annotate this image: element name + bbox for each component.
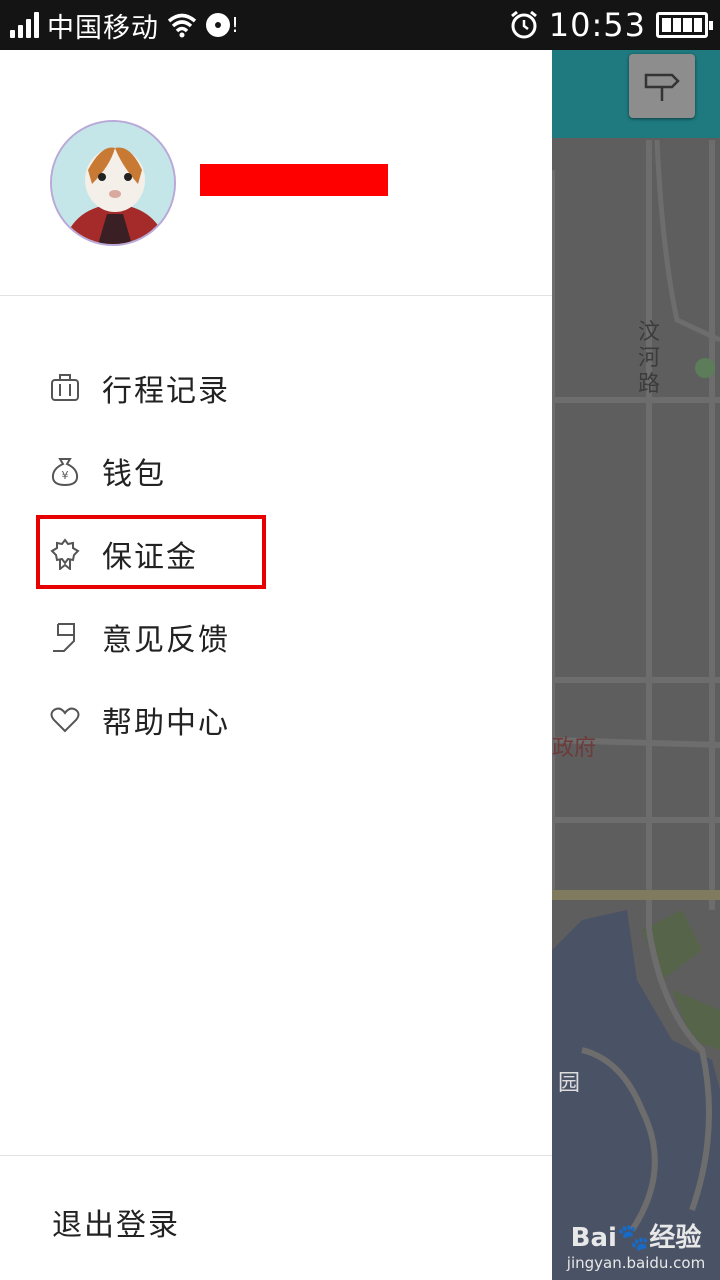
baidu-watermark: Bai🐾经验 jingyan.baidu.com [552, 1217, 720, 1272]
signal-icon [10, 12, 39, 38]
watermark-suffix: 经验 [649, 1223, 702, 1253]
username-redacted [200, 164, 388, 196]
guinea-pig-avatar-icon [52, 122, 174, 244]
carrier-name: 中国移动 [47, 12, 159, 44]
status-bar: 中国移动 ! 10:53 [0, 0, 720, 50]
wifi-icon [167, 13, 197, 38]
menu-item-wallet[interactable]: ¥ 钱包 [0, 429, 552, 512]
clock: 10:53 [548, 6, 646, 44]
highlight-box [36, 515, 266, 589]
map-road-label: 汶河路 [638, 320, 661, 397]
menu-item-label: 意见反馈 [102, 622, 230, 658]
battery-icon [656, 12, 713, 38]
notification-icon: ! [231, 13, 240, 37]
disc-icon [206, 13, 230, 37]
signpost-button[interactable] [629, 54, 695, 118]
profile-header [0, 50, 552, 296]
avatar[interactable] [50, 120, 176, 246]
menu-item-label: 行程记录 [102, 373, 230, 409]
map-view[interactable]: 汶河路 政府 园 Bai🐾经验 jingyan.baidu.com [552, 50, 720, 1280]
luggage-icon [50, 372, 80, 404]
map-park-label: 园 [558, 1071, 581, 1096]
feedback-icon [50, 621, 80, 653]
side-drawer: 行程记录 ¥ 钱包 保证金 意见反馈 帮助中心 退出登录 [0, 50, 552, 1280]
logout-button[interactable]: 退出登录 [52, 1200, 180, 1244]
alarm-icon [510, 10, 537, 39]
drawer-footer: 退出登录 [0, 1155, 552, 1280]
svg-text:¥: ¥ [62, 469, 69, 482]
menu-item-label: 帮助中心 [102, 705, 230, 741]
heart-icon [50, 704, 80, 736]
menu-item-feedback[interactable]: 意见反馈 [0, 595, 552, 678]
menu-item-label: 钱包 [102, 456, 166, 492]
menu-item-help-center[interactable]: 帮助中心 [0, 678, 552, 761]
signpost-icon [644, 73, 680, 101]
menu-item-trip-history[interactable]: 行程记录 [0, 346, 552, 429]
watermark-url: jingyan.baidu.com [566, 1254, 706, 1272]
watermark-brand: Bai [570, 1223, 617, 1253]
money-bag-icon: ¥ [50, 455, 80, 487]
map-poi-label: 政府 [552, 736, 597, 761]
paw-icon: 🐾 [616, 1223, 650, 1253]
